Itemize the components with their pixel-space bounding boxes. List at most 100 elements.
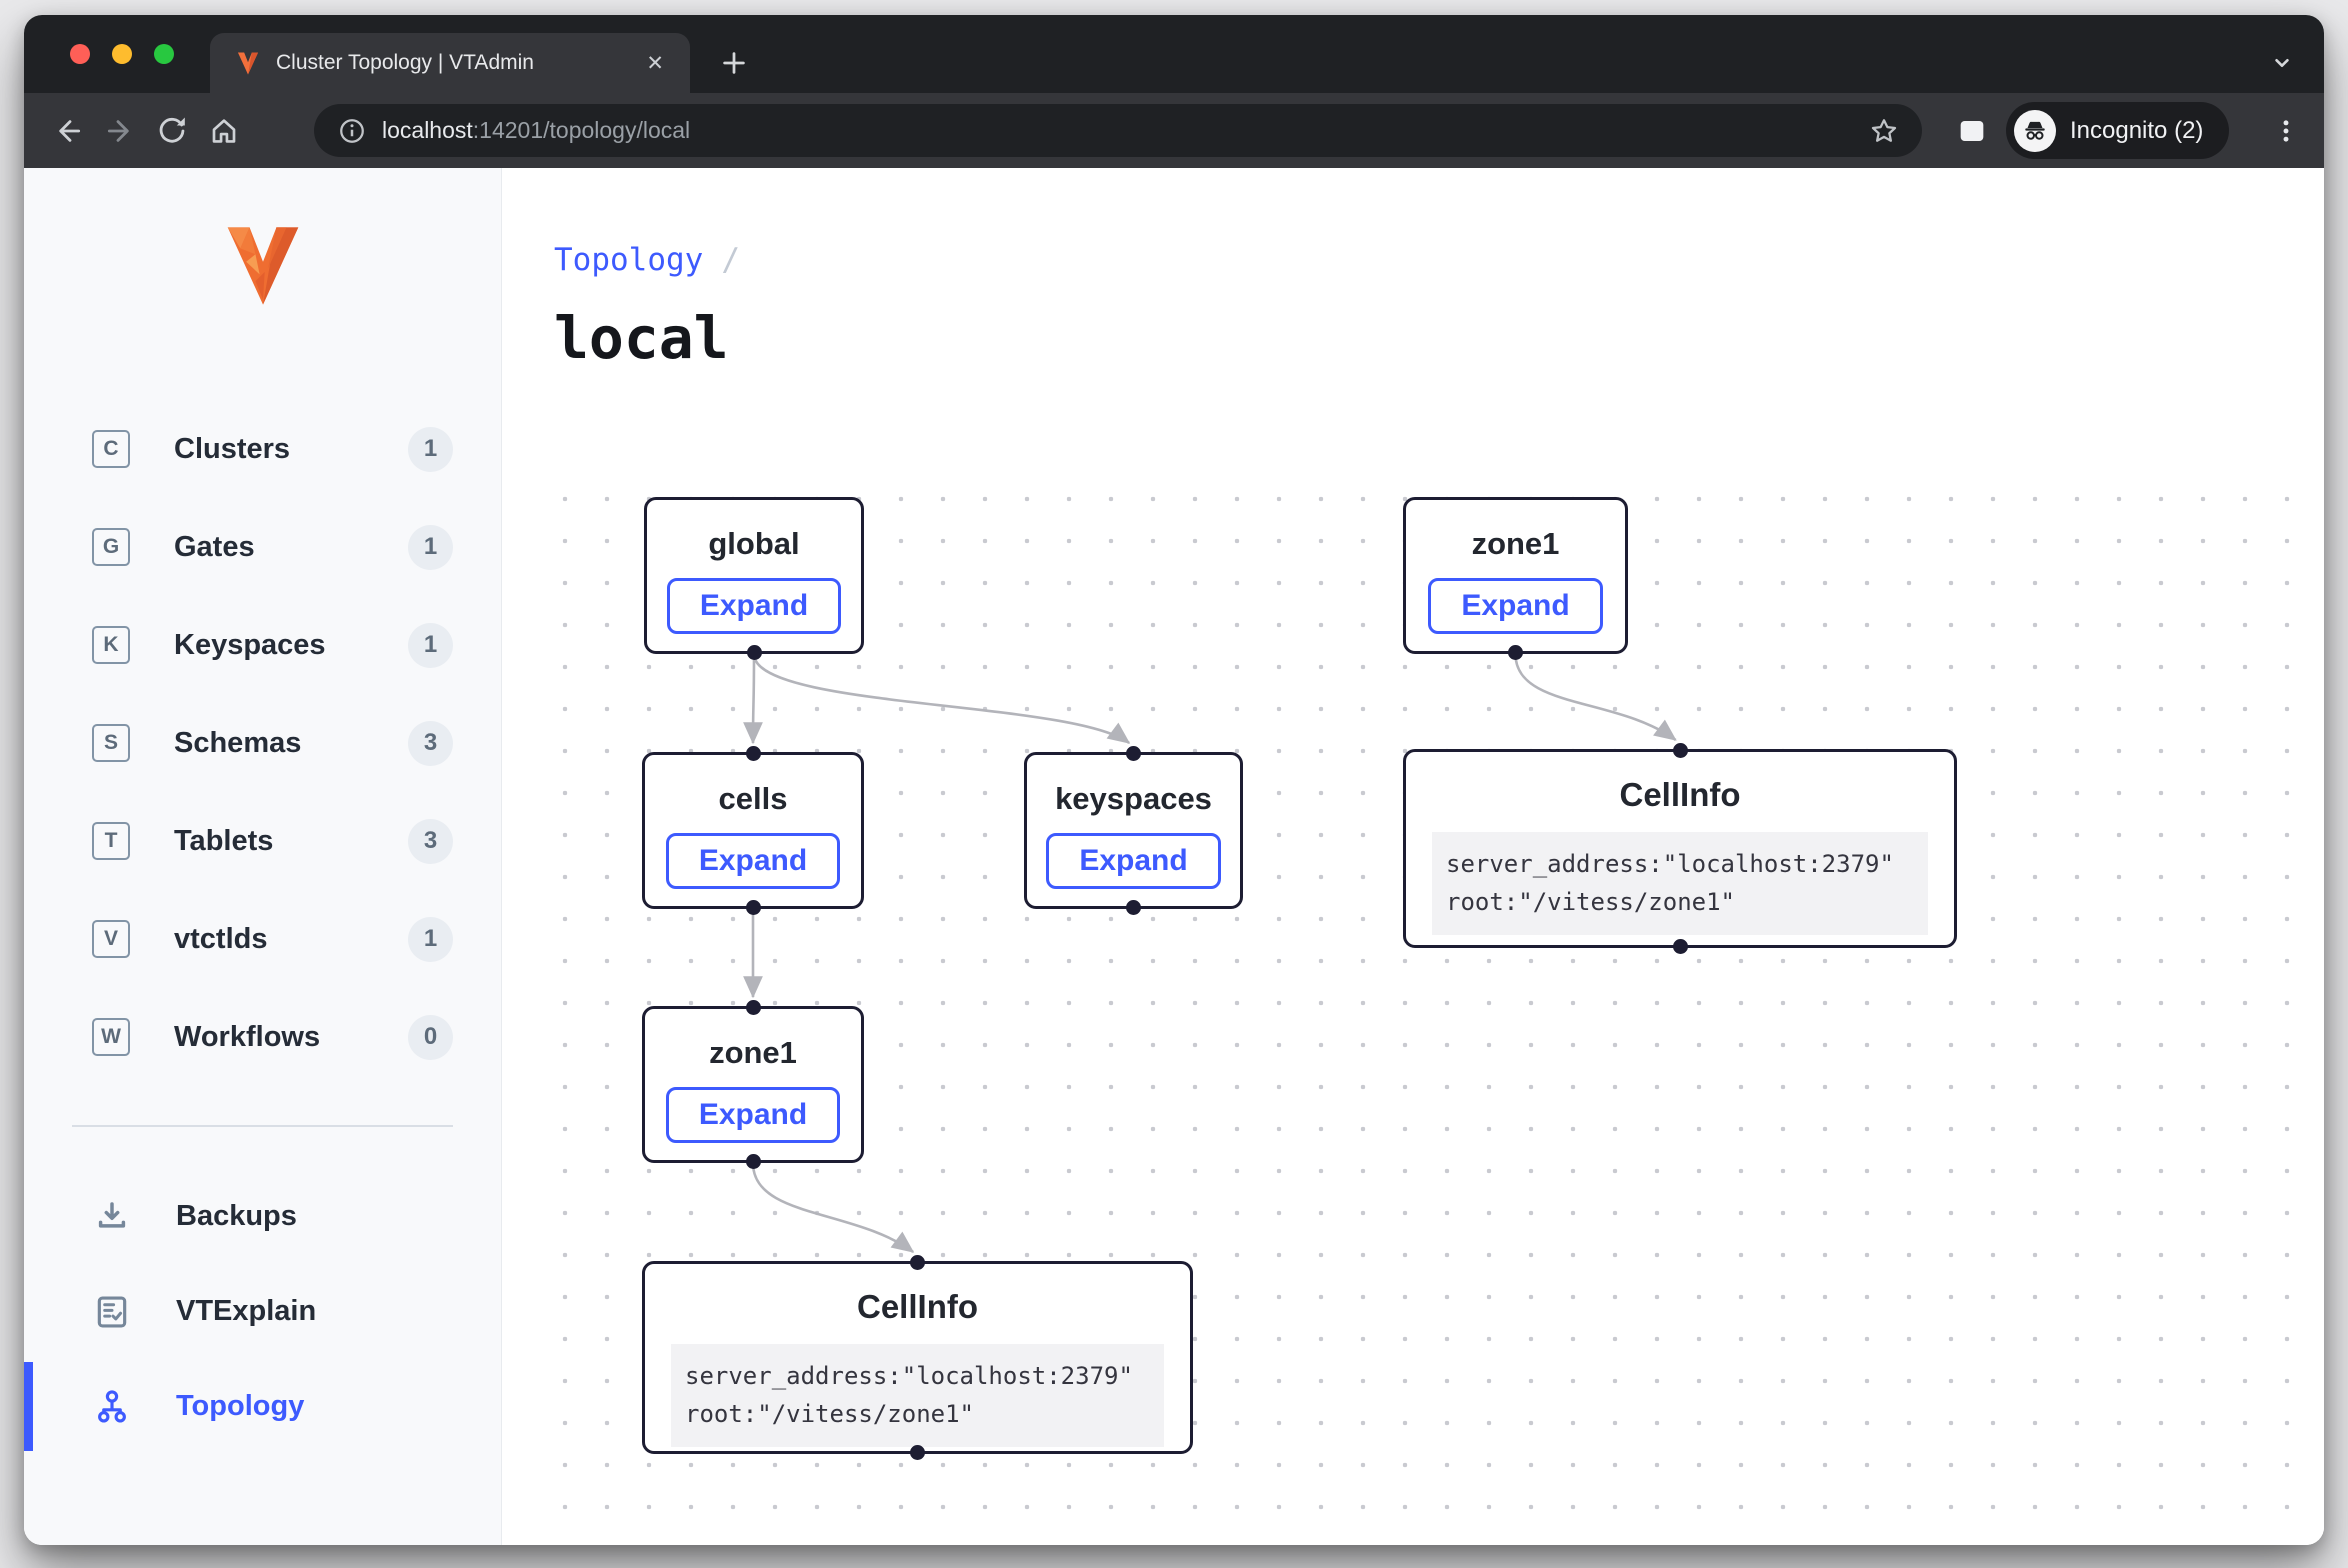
source-handle [1673, 939, 1688, 954]
vtctlds-icon: V [92, 920, 130, 958]
sidebar-item-label: Topology [176, 1390, 304, 1423]
code-line: server_address:"localhost:2379" [685, 1357, 1150, 1395]
page-header: Topology / local [502, 168, 2324, 372]
site-info-icon[interactable] [334, 113, 370, 149]
node-title: CellInfo [1406, 776, 1954, 814]
count-badge: 3 [408, 721, 453, 766]
graph-node-cellinfo-bottom[interactable]: CellInfo server_address:"localhost:2379"r… [642, 1261, 1193, 1454]
source-handle [746, 1154, 761, 1169]
incognito-badge[interactable]: Incognito (2) [2006, 102, 2229, 159]
sidebar-item-backups[interactable]: Backups [24, 1169, 501, 1264]
graph-node-global[interactable]: global Expand [644, 497, 864, 654]
graph-edge-global-keyspaces [754, 654, 1129, 743]
browser-tab[interactable]: Cluster Topology | VTAdmin ✕ [210, 33, 690, 93]
source-handle [1126, 900, 1141, 915]
topology-graph-pane[interactable]: globalExpandzone1ExpandcellsExpandkeyspa… [554, 490, 2324, 1519]
breadcrumb: Topology / [554, 242, 2324, 278]
sidebar-item-topology[interactable]: Topology [24, 1359, 501, 1454]
reload-button[interactable] [146, 105, 198, 157]
page-title: local [554, 304, 2324, 372]
breadcrumb-separator: / [721, 242, 740, 278]
sidebar-item-schemas[interactable]: S Schemas 3 [24, 694, 501, 792]
home-button[interactable] [198, 105, 250, 157]
source-handle [910, 1445, 925, 1460]
browser-toolbar: localhost:14201/topology/local [24, 93, 2324, 168]
count-badge: 1 [408, 917, 453, 962]
sidebar-item-keyspaces[interactable]: KKeyspaces1 [24, 596, 501, 694]
graph-node-cells[interactable]: cells Expand [642, 752, 864, 909]
target-handle [1126, 746, 1141, 761]
graph-node-keyspaces[interactable]: keyspaces Expand [1024, 752, 1243, 909]
cellinfo-code-block: server_address:"localhost:2379"root:"/vi… [671, 1344, 1164, 1447]
graph-node-zone1[interactable]: zone1 Expand [642, 1006, 864, 1163]
node-title: zone1 [645, 1035, 861, 1071]
expand-button-cells[interactable]: Expand [666, 833, 840, 889]
count-badge: 0 [408, 1015, 453, 1060]
side-panel-button[interactable] [1946, 113, 1998, 149]
close-tab-icon[interactable]: ✕ [642, 49, 668, 78]
sidebar-item-clusters[interactable]: CClusters1 [24, 400, 501, 498]
sidebar-item-label: Schemas [174, 727, 301, 760]
sidebar-item-workflows[interactable]: WWorkflows0 [24, 988, 501, 1086]
incognito-label: Incognito (2) [2070, 117, 2203, 145]
sidebar-item-label: vtctlds [174, 923, 267, 956]
url-bar[interactable]: localhost:14201/topology/local [314, 104, 1922, 157]
sidebar-item-label: VTExplain [176, 1295, 316, 1328]
plus-icon [719, 48, 749, 78]
source-handle [746, 900, 761, 915]
target-handle [746, 1000, 761, 1015]
sidebar-item-vtexplain[interactable]: VTExplain [24, 1264, 501, 1359]
browser-menu-button[interactable] [2262, 107, 2310, 155]
vtadmin-app: CClusters1GGates1KKeyspaces1SSchemas3TTa… [24, 168, 2324, 1545]
schemas-icon: S [92, 724, 130, 762]
node-title: cells [645, 781, 861, 817]
main-content: Topology/ local globalExpandzone1Expandc… [502, 168, 2324, 1545]
count-badge: 1 [408, 623, 453, 668]
expand-button-zone1-right[interactable]: Expand [1428, 578, 1602, 634]
back-button[interactable] [42, 105, 94, 157]
bookmark-star-icon[interactable] [1864, 111, 1904, 151]
minimize-window-button[interactable] [112, 44, 132, 64]
gates-icon: G [92, 528, 130, 566]
graph-edge-zone1-right-cellinfo-right [1516, 654, 1676, 740]
sidebar-item-label: Gates [174, 531, 255, 564]
clusters-icon: C [92, 430, 130, 468]
target-handle [910, 1255, 925, 1270]
sidebar-item-gates[interactable]: GGates1 [24, 498, 501, 596]
code-line: server_address:"localhost:2379" [1446, 845, 1914, 883]
expand-button-zone1[interactable]: Expand [666, 1087, 840, 1143]
side-panel-icon [1956, 115, 1988, 147]
count-badge: 1 [408, 427, 453, 472]
node-title: keyspaces [1027, 781, 1240, 817]
cellinfo-code-block: server_address:"localhost:2379"root:"/vi… [1432, 832, 1928, 935]
sidebar-item-vtctlds[interactable]: Vvtctlds 1 [24, 890, 501, 988]
zoom-window-button[interactable] [154, 44, 174, 64]
sidebar-item-label: Keyspaces [174, 629, 326, 662]
sidebar-item-label: Tablets [174, 825, 273, 858]
graph-node-cellinfo-right[interactable]: CellInfo server_address:"localhost:2379"r… [1403, 749, 1957, 948]
graph-edge-global-cells [753, 654, 754, 743]
source-handle [747, 645, 762, 660]
tab-search-button[interactable] [2260, 43, 2304, 83]
expand-button-global[interactable]: Expand [667, 578, 841, 634]
node-title: CellInfo [645, 1288, 1190, 1326]
incognito-icon [2014, 110, 2056, 152]
new-tab-button[interactable] [712, 41, 756, 85]
node-title: zone1 [1406, 526, 1625, 562]
count-badge: 3 [408, 819, 453, 864]
forward-button[interactable] [94, 105, 146, 157]
target-handle [1673, 743, 1688, 758]
sidebar-item-tablets[interactable]: TTablets3 [24, 792, 501, 890]
expand-button-keyspaces[interactable]: Expand [1046, 833, 1220, 889]
back-arrow-icon [52, 115, 84, 147]
close-window-button[interactable] [70, 44, 90, 64]
sidebar-nav-primary: CClusters1GGates1KKeyspaces1SSchemas3TTa… [24, 400, 501, 1086]
breadcrumb-topology-link[interactable]: Topology [554, 242, 703, 278]
node-title: global [647, 526, 861, 562]
sidebar-divider [72, 1125, 453, 1127]
graph-node-zone1-right[interactable]: zone1 Expand [1403, 497, 1628, 654]
tab-strip: Cluster Topology | VTAdmin ✕ [24, 15, 2324, 93]
url-host: localhost [382, 117, 473, 143]
workflows-icon: W [92, 1018, 130, 1056]
code-line: root:"/vitess/zone1" [685, 1395, 1150, 1433]
